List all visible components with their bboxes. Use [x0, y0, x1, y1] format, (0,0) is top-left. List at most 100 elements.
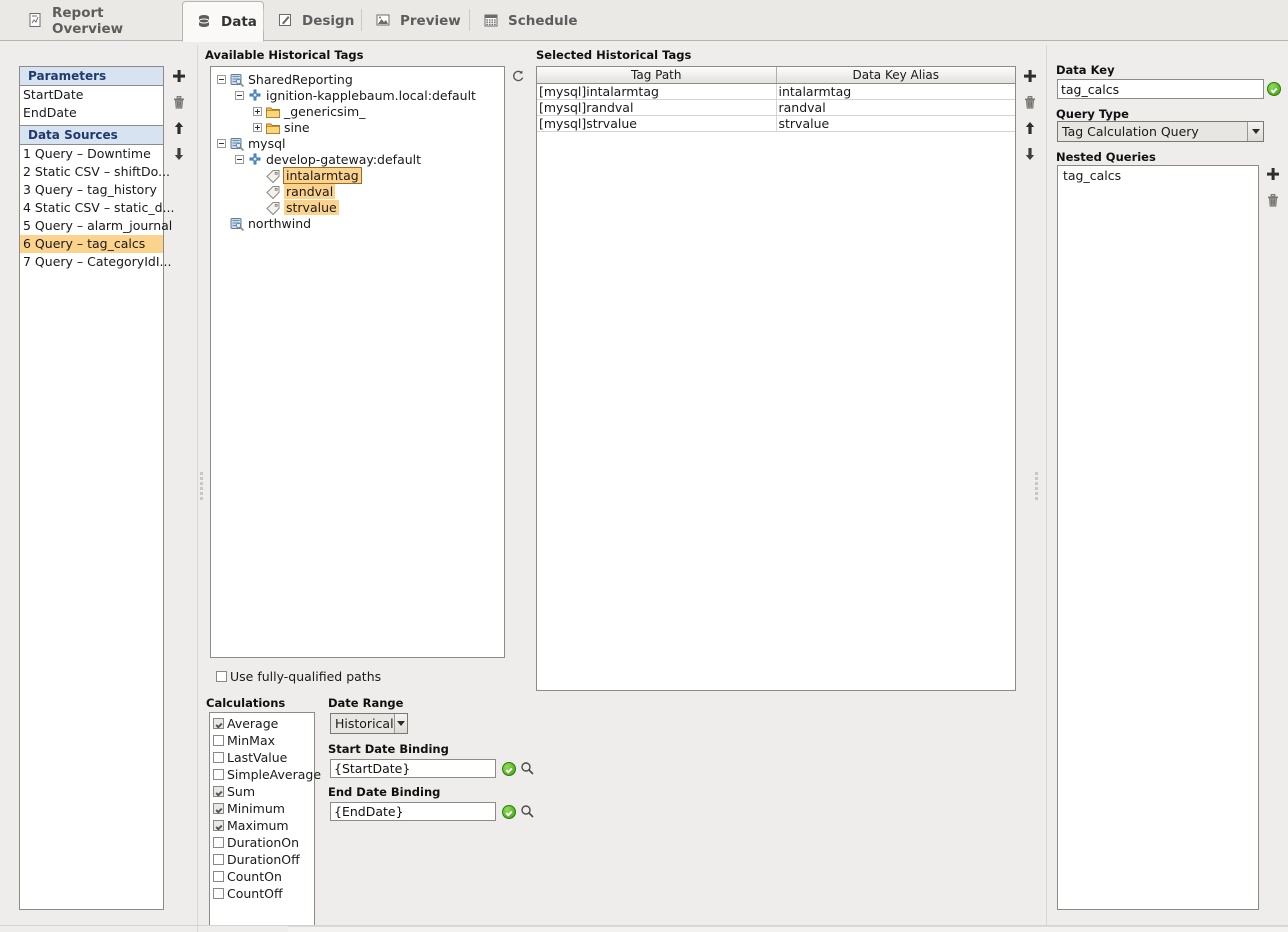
chevron-down-icon[interactable]	[1247, 122, 1263, 141]
tab-design[interactable]: Design	[264, 2, 362, 40]
query-type-select[interactable]: Tag Calculation Query	[1057, 121, 1264, 142]
end-date-binding-label: End Date Binding	[328, 785, 441, 799]
add-nested-query-button[interactable]	[1263, 164, 1283, 184]
tree-node[interactable]: _genericsim_	[213, 103, 502, 119]
data-key-input[interactable]	[1057, 79, 1264, 99]
start-date-search-icon[interactable]	[520, 761, 536, 777]
tree-node[interactable]: northwind	[213, 215, 502, 231]
calculation-checkbox[interactable]	[213, 752, 224, 763]
move-down-datasource-button[interactable]	[169, 144, 189, 164]
calculation-row[interactable]: DurationOn	[210, 834, 314, 851]
table-cell[interactable]: [mysql]strvalue	[537, 116, 777, 131]
date-range-select[interactable]: Historical	[330, 713, 408, 734]
column-header[interactable]: Data Key Alias	[777, 67, 1016, 83]
calculation-row[interactable]: Sum	[210, 783, 314, 800]
nested-queries-list[interactable]: tag_calcs	[1057, 165, 1259, 910]
table-row[interactable]: [mysql]randval randval	[537, 100, 1015, 116]
move-up-tag-button[interactable]	[1020, 118, 1040, 138]
delete-tag-button[interactable]	[1020, 92, 1040, 112]
fully-qualified-paths-row[interactable]: Use fully-qualified paths	[213, 668, 381, 685]
end-date-binding-input[interactable]	[330, 802, 496, 821]
tab-data[interactable]: Data	[182, 1, 264, 42]
delete-datasource-button[interactable]	[169, 92, 189, 112]
add-datasource-button[interactable]	[169, 66, 189, 86]
left-splitter-handle[interactable]	[198, 470, 205, 502]
table-cell[interactable]: intalarmtag	[777, 84, 1016, 99]
tree-node[interactable]: ignition-kapplebaum.local:default	[213, 87, 502, 103]
table-cell[interactable]: [mysql]intalarmtag	[537, 84, 777, 99]
collapse-icon[interactable]	[217, 138, 226, 148]
calculation-checkbox[interactable]	[213, 769, 224, 780]
end-date-search-icon[interactable]	[520, 804, 536, 820]
image-icon	[375, 12, 393, 30]
datasource-item[interactable]: 2 Static CSV – shiftDo...	[20, 163, 170, 181]
tree-node[interactable]: mysql	[213, 135, 502, 151]
folder-icon	[265, 120, 280, 135]
chevron-down-icon[interactable]	[393, 714, 407, 733]
table-cell[interactable]: [mysql]randval	[537, 100, 777, 115]
tab-schedule[interactable]: Schedule	[470, 2, 580, 40]
calculation-row[interactable]: Maximum	[210, 817, 314, 834]
add-tag-button[interactable]	[1020, 66, 1040, 86]
tree-node[interactable]: randval	[213, 183, 502, 199]
datasource-item[interactable]: 1 Query – Downtime	[20, 145, 163, 163]
move-down-tag-button[interactable]	[1020, 144, 1040, 164]
calculation-row[interactable]: CountOff	[210, 885, 314, 902]
tree-node[interactable]: sine	[213, 119, 502, 135]
delete-nested-query-button[interactable]	[1263, 190, 1283, 210]
calculation-checkbox[interactable]	[213, 718, 224, 729]
available-tags-tree[interactable]: SharedReporting ignition-kapplebaum.local…	[210, 66, 505, 658]
fully-qualified-paths-checkbox[interactable]	[216, 671, 227, 682]
datasource-item[interactable]: 5 Query – alarm_journal	[20, 217, 172, 235]
calculation-row[interactable]: Minimum	[210, 800, 314, 817]
table-row[interactable]: [mysql]intalarmtag intalarmtag	[537, 84, 1015, 100]
table-cell[interactable]: strvalue	[777, 116, 1016, 131]
tab-preview[interactable]: Preview	[362, 2, 470, 40]
table-cell[interactable]: randval	[777, 100, 1016, 115]
tree-node[interactable]: SharedReporting	[213, 71, 502, 87]
folder-icon	[265, 104, 280, 119]
move-up-datasource-button[interactable]	[169, 118, 189, 138]
selected-tags-table[interactable]: Tag Path Data Key Alias [mysql]intalarmta…	[536, 66, 1016, 691]
table-body[interactable]: [mysql]intalarmtag intalarmtag [mysql]rand…	[537, 84, 1015, 132]
datasources-list[interactable]: 1 Query – Downtime 2 Static CSV – shiftDo…	[20, 145, 174, 271]
collapse-icon[interactable]	[217, 74, 226, 84]
datasource-item[interactable]: 6 Query – tag_calcs	[20, 235, 163, 253]
tree-node[interactable]: strvalue	[213, 199, 502, 215]
calculation-checkbox[interactable]	[213, 786, 224, 797]
parameter-item[interactable]: StartDate	[20, 86, 163, 104]
tree-node[interactable]: develop-gateway:default	[213, 151, 502, 167]
collapse-icon[interactable]	[235, 90, 244, 100]
datasource-item[interactable]: 7 Query – CategoryIdI...	[20, 253, 171, 271]
calculation-checkbox[interactable]	[213, 803, 224, 814]
start-date-binding-input[interactable]	[330, 759, 496, 778]
tab-label: Design	[302, 13, 355, 29]
datasource-item[interactable]: 4 Static CSV – static_d...	[20, 199, 174, 217]
calculations-list[interactable]: Average MinMax LastValue SimpleAverage Sum Mi…	[209, 712, 321, 926]
calculation-checkbox[interactable]	[213, 837, 224, 848]
parameters-list[interactable]: StartDate EndDate	[20, 86, 163, 125]
calculation-checkbox[interactable]	[213, 888, 224, 899]
calculation-checkbox[interactable]	[213, 820, 224, 831]
calculation-checkbox[interactable]	[213, 735, 224, 746]
tab-report-overview[interactable]: Report Overview	[14, 2, 182, 40]
parameter-item[interactable]: EndDate	[20, 104, 163, 122]
calculation-row[interactable]: DurationOff	[210, 851, 314, 868]
column-header[interactable]: Tag Path	[537, 67, 777, 83]
datasource-item[interactable]: 3 Query – tag_history	[20, 181, 163, 199]
calculation-row[interactable]: LastValue	[210, 749, 314, 766]
calculation-row[interactable]: MinMax	[210, 732, 314, 749]
calculation-checkbox[interactable]	[213, 854, 224, 865]
tree-node[interactable]: intalarmtag	[213, 166, 502, 184]
calculation-row[interactable]: SimpleAverage	[210, 766, 321, 783]
nested-query-item[interactable]: tag_calcs	[1060, 167, 1256, 185]
calculation-row[interactable]: CountOn	[210, 868, 314, 885]
calculation-row[interactable]: Average	[210, 715, 314, 732]
expand-icon[interactable]	[253, 122, 262, 132]
refresh-icon[interactable]	[508, 66, 528, 86]
calculation-checkbox[interactable]	[213, 871, 224, 882]
table-row[interactable]: [mysql]strvalue strvalue	[537, 116, 1015, 132]
collapse-icon[interactable]	[235, 154, 244, 164]
expand-icon[interactable]	[253, 106, 262, 116]
right-splitter-handle[interactable]	[1033, 470, 1040, 502]
